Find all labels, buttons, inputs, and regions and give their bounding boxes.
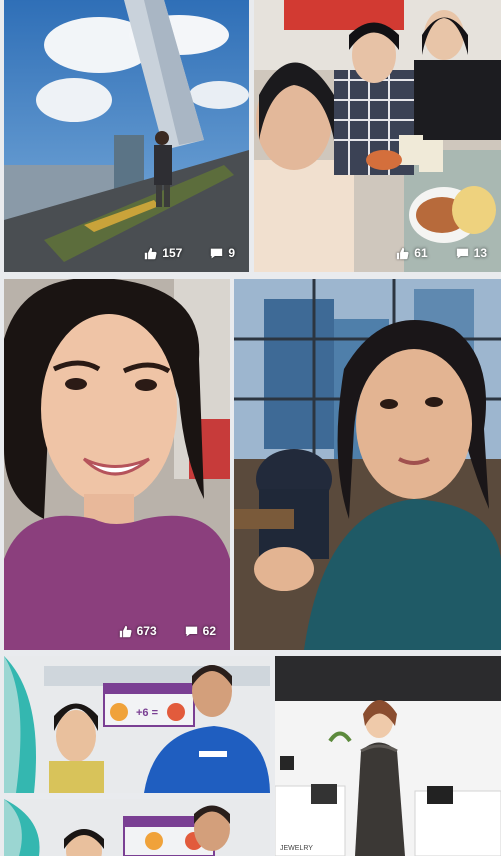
photo-tile-window-selfie[interactable] [234, 279, 501, 650]
comment-count[interactable]: 13 [456, 246, 487, 260]
tower-photo [4, 0, 249, 272]
promo-photo-1: +6 = [4, 656, 270, 793]
promo-sign-text: +6 = [136, 707, 158, 719]
thumbs-up-icon [119, 625, 132, 637]
store-photo: JEWELRY [275, 656, 501, 856]
photo-tile-cafe[interactable]: 61 13 [254, 0, 501, 272]
like-count[interactable]: 61 [396, 246, 428, 260]
photo-tile-store[interactable]: JEWELRY [275, 656, 501, 856]
window-selfie-photo [234, 279, 501, 650]
promo-photo-2 [4, 799, 270, 856]
photo-tile-promo-2[interactable] [4, 799, 270, 856]
photo-tile-promo-1[interactable]: +6 = [4, 656, 270, 793]
comment-count[interactable]: 9 [210, 246, 235, 260]
speech-bubble-icon [211, 248, 223, 258]
comment-count[interactable]: 62 [185, 624, 216, 638]
speech-bubble-icon [456, 248, 468, 258]
photo-tile-portrait[interactable]: 673 62 [4, 279, 230, 650]
thumbs-up-icon [397, 247, 409, 259]
speech-bubble-icon [185, 626, 197, 636]
like-count[interactable]: 673 [119, 624, 157, 638]
cafe-photo [254, 0, 501, 272]
like-count[interactable]: 157 [144, 246, 182, 260]
thumbs-up-icon [145, 247, 157, 259]
store-sign-text: JEWELRY [280, 845, 313, 852]
portrait-photo [4, 279, 230, 650]
photo-tile-tower[interactable]: 157 9 [4, 0, 249, 272]
